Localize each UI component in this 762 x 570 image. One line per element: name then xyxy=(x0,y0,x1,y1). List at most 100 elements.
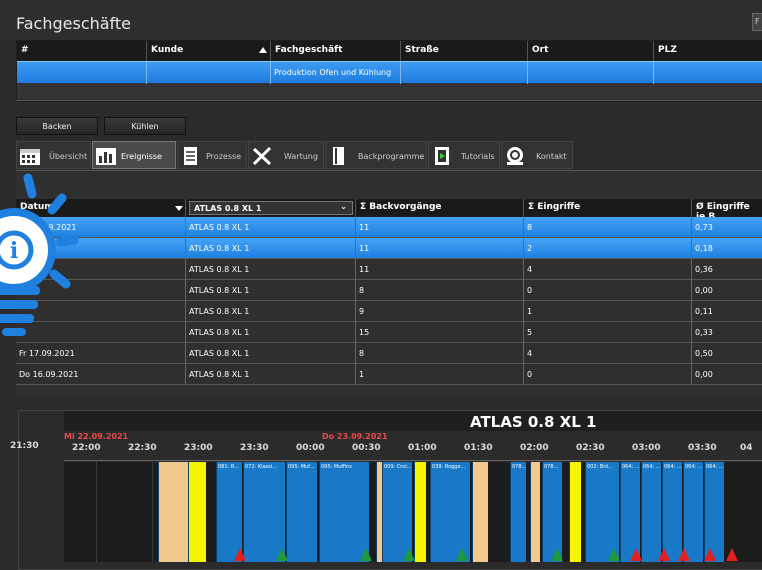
col-header-fachgeschaeft[interactable]: Fachgeschäft xyxy=(259,41,401,61)
tab-tutorials[interactable]: Tutorials xyxy=(428,141,500,169)
intervention-marker-red[interactable] xyxy=(630,548,642,561)
intervention-marker-red[interactable] xyxy=(704,548,716,561)
divider xyxy=(16,100,762,101)
col-header-eingriffe[interactable]: Σ Eingriffe xyxy=(524,199,692,217)
timeline-bar[interactable]: 072: Klassi... xyxy=(243,462,285,562)
timeline-bar[interactable]: 002: Brö... xyxy=(585,462,619,562)
backen-button[interactable]: Backen xyxy=(16,117,98,135)
event-cell-avg: 0,00 xyxy=(692,364,762,385)
event-row[interactable]: ATLAS 0.8 XL 1 8 0 0,00 xyxy=(16,280,762,301)
tick-ruler xyxy=(64,453,762,461)
intervention-marker-red[interactable] xyxy=(726,548,738,561)
timeline-bar[interactable]: 064: ... xyxy=(641,462,661,562)
tick-label: 04 xyxy=(740,443,753,453)
oven-select[interactable]: ATLAS 0.8 XL 1 ⌄ xyxy=(189,201,353,215)
tick-label: 21:30 xyxy=(10,441,39,451)
tab-wartung[interactable]: Wartung xyxy=(248,141,324,169)
event-cell-back: 15 xyxy=(356,322,524,343)
timeline-bar[interactable]: 081: R... xyxy=(216,462,242,562)
shop-cell-kunde xyxy=(147,62,271,84)
event-cell-avg: 0,73 xyxy=(692,217,762,238)
tab-prozesse-label: Prozesse xyxy=(206,152,242,161)
timeline-bar[interactable]: 078... xyxy=(510,462,526,562)
intervention-marker-green[interactable] xyxy=(608,548,620,561)
timeline-bar[interactable] xyxy=(414,462,426,562)
timeline-bar[interactable] xyxy=(569,462,581,562)
intervention-marker-green[interactable] xyxy=(276,548,288,561)
timeline-bar-label: 064: ... xyxy=(622,464,640,470)
tick-label: 23:00 xyxy=(184,443,213,453)
tick-label: 22:00 xyxy=(72,443,101,453)
timeline-bar[interactable]: 064: ... xyxy=(683,462,703,562)
timeline-bar[interactable]: 095: Muf... xyxy=(286,462,317,562)
shop-row[interactable]: Produktion Ofen und Kühlung xyxy=(17,61,762,84)
event-cell-back: 8 xyxy=(356,343,524,364)
grid-line xyxy=(152,462,153,562)
intervention-marker-green[interactable] xyxy=(403,548,415,561)
timeline-bar-label: 078... xyxy=(544,464,559,470)
grid-line xyxy=(96,462,97,562)
timeline-header xyxy=(64,411,762,431)
timeline-bar[interactable]: 078... xyxy=(542,462,562,562)
timeline-bar[interactable]: 064: ... xyxy=(704,462,724,562)
col-header-eingriffe-je[interactable]: Ø Eingriffe je B xyxy=(692,199,762,222)
corner-button[interactable]: F xyxy=(752,13,762,31)
tab-uebersicht[interactable]: Übersicht xyxy=(16,141,91,169)
timeline-bar[interactable]: 095: Muffins xyxy=(319,462,369,562)
event-cell-avg: 0,11 xyxy=(692,301,762,322)
timeline-bar-label: 078... xyxy=(512,464,526,470)
event-row[interactable]: ATLAS 0.8 XL 1 11 4 0,36 xyxy=(16,259,762,280)
shop-cell-num xyxy=(17,62,147,84)
event-cell-eingr: 4 xyxy=(524,259,692,280)
tab-backprogramme[interactable]: Backprogramme xyxy=(325,141,427,169)
tab-kontakt[interactable]: Kontakt xyxy=(501,141,573,169)
event-cell-oven: ATLAS 0.8 XL 1 xyxy=(186,301,356,322)
intervention-marker-red[interactable] xyxy=(678,548,690,561)
event-cell-avg: 0,18 xyxy=(692,238,762,259)
timeline-bar[interactable]: 009: Croi... xyxy=(382,462,412,562)
col-header-ort[interactable]: Ort xyxy=(528,41,654,61)
event-row[interactable]: Do 16.09.2021 ATLAS 0.8 XL 1 1 0 0,00 xyxy=(16,364,762,385)
tab-ereignisse[interactable]: Ereignisse xyxy=(92,141,176,169)
oven-filter-header: ATLAS 0.8 XL 1 ⌄ xyxy=(186,199,356,217)
event-cell-oven: ATLAS 0.8 XL 1 xyxy=(186,322,356,343)
col-header-plz[interactable]: PLZ xyxy=(654,41,762,61)
col-header-backvorgaenge[interactable]: Σ Backvorgänge xyxy=(356,199,524,217)
tools-icon xyxy=(252,146,272,166)
lightbulb-info-icon[interactable]: i xyxy=(0,168,102,368)
event-row[interactable]: ATLAS 0.8 XL 1 9 1 0,11 xyxy=(16,301,762,322)
event-row[interactable]: Fr 17.09.2021 ATLAS 0.8 XL 1 8 4 0,50 xyxy=(16,343,762,364)
event-row[interactable]: ATLAS 0.8 XL 1 11 2 0,18 xyxy=(16,238,762,259)
tick-label: 00:00 xyxy=(296,443,325,453)
event-row[interactable]: ATLAS 0.8 XL 1 15 5 0,33 xyxy=(16,322,762,343)
oven-select-value: ATLAS 0.8 XL 1 xyxy=(194,204,262,213)
timeline-bar[interactable] xyxy=(530,462,540,562)
col-header-strasse[interactable]: Straße xyxy=(401,41,528,61)
intervention-marker-green[interactable] xyxy=(551,548,563,561)
tab-prozesse[interactable]: Prozesse xyxy=(177,141,247,169)
kuehlen-button[interactable]: Kühlen xyxy=(104,117,186,135)
timeline-date-left: Mi 22.09.2021 xyxy=(64,432,129,441)
event-cell-avg: 0,36 xyxy=(692,259,762,280)
intervention-marker-red[interactable] xyxy=(658,548,670,561)
tab-backprogramme-label: Backprogramme xyxy=(358,152,425,161)
intervention-marker-green[interactable] xyxy=(360,548,372,561)
timeline-bar-label: 009: Croi... xyxy=(384,464,412,470)
col-header-kunde[interactable]: Kunde xyxy=(147,41,271,61)
intervention-marker-green[interactable] xyxy=(456,548,468,561)
timeline-bar[interactable]: 064: ... xyxy=(662,462,682,562)
chevron-down-icon: ⌄ xyxy=(340,202,347,211)
timeline-bar[interactable] xyxy=(158,462,188,562)
timeline-bar[interactable] xyxy=(472,462,488,562)
event-row[interactable]: Mi 22.09.2021ATLAS 0.8 XL 11180,73 xyxy=(16,217,762,238)
bar-chart-icon xyxy=(96,148,116,165)
col-header-num[interactable]: # xyxy=(17,41,147,61)
event-cell-avg: 0,50 xyxy=(692,343,762,364)
timeline-bar[interactable]: 064: ... xyxy=(620,462,640,562)
events-panel: Datum ATLAS 0.8 XL 1 ⌄ Σ Backvorgänge Σ … xyxy=(16,170,762,395)
timeline-bar[interactable]: 039: Rogge... xyxy=(430,462,470,562)
event-cell-oven: ATLAS 0.8 XL 1 xyxy=(186,280,356,301)
intervention-marker-red[interactable] xyxy=(234,548,246,561)
timeline-bar[interactable] xyxy=(188,462,206,562)
sort-down-icon xyxy=(175,206,183,211)
